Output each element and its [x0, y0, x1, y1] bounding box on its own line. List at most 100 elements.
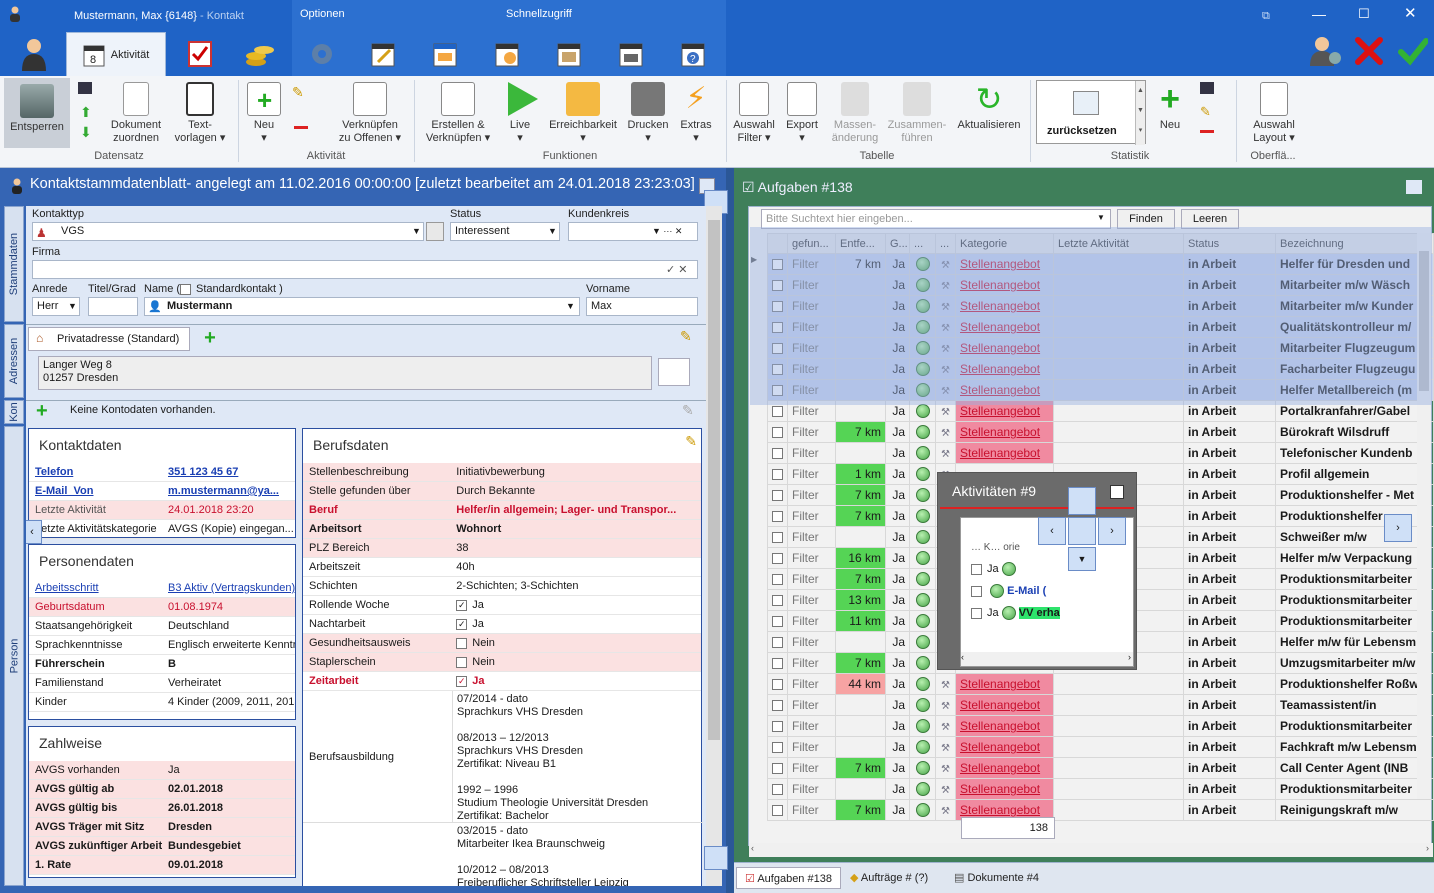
tab-aktivitaet[interactable]: 8 Aktivität: [66, 32, 166, 76]
chevron-down-icon[interactable]: ▼: [566, 301, 575, 311]
auswahl-filter-button[interactable]: Auswahl Filter ▾: [732, 76, 776, 152]
table-row[interactable]: Filter Ja ⚒ Stellenangebot in Arbeit Portalkr…: [767, 400, 1434, 422]
dock-bottom-icon[interactable]: ▼: [1068, 547, 1096, 571]
table-row[interactable]: Filter Ja ⚒ Stellenangebot in Arbeit Helfer M…: [767, 379, 1434, 401]
drucken-button[interactable]: Drucken ▾: [624, 76, 672, 152]
dock-right-icon[interactable]: ›: [1098, 517, 1126, 545]
tab-auftraege[interactable]: ◆ Aufträge # (?): [842, 867, 936, 889]
row-checkbox[interactable]: [772, 616, 783, 628]
collapse-left-icon[interactable]: ‹: [26, 520, 42, 544]
tab-tasks[interactable]: [172, 32, 228, 76]
table-row[interactable]: Filter Ja ⚒ Stellenangebot in Arbeit Facharbe…: [767, 358, 1434, 380]
save-icon[interactable]: [78, 82, 92, 94]
dock-top-icon[interactable]: [1068, 487, 1096, 515]
row-checkbox[interactable]: [772, 721, 783, 733]
row-checkbox[interactable]: [772, 700, 783, 712]
table-row[interactable]: Filter Ja ⚒ Stellenangebot in Arbeit Teamassi…: [767, 694, 1434, 716]
confirm-clear-icons[interactable]: ✓ ✕: [666, 263, 688, 276]
row-checkbox[interactable]: [772, 637, 783, 649]
firma-input[interactable]: [32, 260, 698, 279]
row-checkbox[interactable]: [772, 763, 783, 775]
table-row[interactable]: Filter 7 km Ja ⚒ Stellenangebot in Arbeit Helf…: [767, 253, 1434, 275]
row-checkbox[interactable]: [772, 469, 783, 481]
tab-calendar-map[interactable]: [542, 32, 598, 76]
arbeitsschritt-value[interactable]: B3 Aktiv (Vertragskunden) {2...: [162, 579, 295, 597]
tab-settings[interactable]: [294, 32, 350, 76]
erreichbarkeit-button[interactable]: Erreichbarkeit ▾: [546, 76, 620, 152]
gesundheitsausweis-checkbox[interactable]: [456, 637, 468, 649]
vtab-konto[interactable]: Kon: [4, 400, 24, 424]
table-row[interactable]: Filter Ja ⚒ Stellenangebot in Arbeit Mitarbei…: [767, 295, 1434, 317]
scroll-thumb[interactable]: [708, 220, 720, 740]
massenaenderung-button[interactable]: Massen-änderung: [828, 76, 882, 152]
telefon-label[interactable]: Telefon: [29, 463, 162, 481]
tab-calendar-chart[interactable]: [480, 32, 536, 76]
contact-person-tab[interactable]: [6, 32, 62, 76]
status-select[interactable]: Interessent: [450, 222, 560, 241]
row-checkbox[interactable]: [772, 448, 783, 460]
neu-aktivitaet-button[interactable]: + Neu ▾: [244, 76, 284, 152]
select-all-column[interactable]: [767, 233, 788, 254]
pencil-icon[interactable]: ✎: [292, 84, 304, 101]
nachtarbeit-checkbox[interactable]: ✓: [456, 618, 468, 630]
save-icon[interactable]: [1200, 82, 1214, 94]
chevron-down-icon[interactable]: ▼: [68, 301, 77, 311]
tab-finance[interactable]: [232, 32, 288, 76]
dokument-zuordnen-button[interactable]: Dokument zuordnen: [104, 76, 168, 152]
row-checkbox[interactable]: [772, 406, 783, 418]
auswahl-layout-button[interactable]: Auswahl Layout ▾: [1246, 76, 1302, 152]
row-checkbox[interactable]: [772, 553, 783, 565]
dock-left-icon[interactable]: ‹: [1038, 517, 1066, 545]
collapse-down-icon[interactable]: [704, 846, 728, 870]
row-checkbox[interactable]: [772, 490, 783, 502]
tab-aufgaben[interactable]: ☑ Aufgaben #138: [736, 867, 841, 889]
email-value[interactable]: m.mustermann@ya...: [162, 482, 295, 500]
vorname-input[interactable]: Max: [586, 297, 698, 316]
vtab-stammdaten[interactable]: Stammdaten: [4, 206, 24, 322]
save-check-icon[interactable]: [1398, 36, 1429, 69]
arrow-down-icon[interactable]: ⬇: [80, 124, 92, 141]
table-row[interactable]: Filter Ja ⚒ Stellenangebot in Arbeit Qualität…: [767, 316, 1434, 338]
maximize-icon[interactable]: [1110, 485, 1124, 499]
row-checkbox[interactable]: [772, 259, 783, 271]
row-checkbox[interactable]: [772, 805, 783, 817]
row-checkbox[interactable]: [772, 658, 783, 670]
row-checkbox[interactable]: [772, 280, 783, 292]
tab-help[interactable]: ?: [666, 32, 722, 76]
kontakttyp-select[interactable]: VGS: [32, 222, 424, 241]
popup-row[interactable]: E-Mail (: [971, 584, 1121, 604]
row-checkbox[interactable]: [772, 385, 783, 397]
popup-row[interactable]: Ja: [971, 562, 1121, 582]
close-button[interactable]: ✕: [1404, 4, 1417, 22]
standardkontakt-checkbox[interactable]: Standardkontakt ): [180, 283, 283, 295]
vtab-person[interactable]: Person: [4, 426, 24, 886]
row-checkbox[interactable]: [772, 511, 783, 523]
delete-icon[interactable]: [294, 126, 308, 129]
gallery-scroll[interactable]: ▲ ▼ ▾: [1135, 81, 1145, 145]
user-settings-icon[interactable]: [1310, 34, 1342, 69]
table-row[interactable]: Filter Ja ⚒ Stellenangebot in Arbeit Telefoni…: [767, 442, 1434, 464]
row-checkbox[interactable]: [772, 574, 783, 586]
popup-scrollbar[interactable]: ‹ ›: [961, 652, 1133, 666]
table-row[interactable]: Filter Ja ⚒ Stellenangebot in Arbeit Produkti…: [767, 778, 1434, 800]
table-row[interactable]: Filter 7 km Ja ⚒ Stellenangebot in Arbeit Call…: [767, 757, 1434, 779]
entsperren-button[interactable]: Entsperren: [4, 78, 70, 148]
column-header[interactable]: ...: [935, 233, 956, 254]
export-button[interactable]: Export ▾: [780, 76, 824, 152]
finden-button[interactable]: Finden: [1117, 209, 1175, 229]
table-row[interactable]: Filter 7 km Ja ⚒ Stellenangebot in Arbeit Rein…: [767, 799, 1434, 821]
textvorlagen-button[interactable]: Text-vorlagen ▾: [168, 76, 232, 152]
map-icon[interactable]: [658, 358, 690, 386]
aktualisieren-button[interactable]: ↻ Aktualisieren: [954, 76, 1024, 152]
name-input[interactable]: Mustermann: [144, 297, 580, 316]
edit-address-icon[interactable]: ✎: [680, 328, 692, 345]
column-header[interactable]: G...: [885, 233, 910, 254]
live-button[interactable]: Live ▾: [500, 76, 540, 152]
arrow-up-icon[interactable]: ⬆: [80, 104, 92, 121]
popup-row[interactable]: Ja VV erha: [971, 606, 1121, 626]
row-checkbox[interactable]: [772, 343, 783, 355]
chevron-down-icon[interactable]: ▼ ··· ✕: [652, 226, 682, 237]
erstellen-verknuepfen-button[interactable]: Erstellen & Verknüpfen ▾: [420, 76, 496, 152]
column-header[interactable]: Status: [1183, 233, 1276, 254]
restore-icon[interactable]: ⧉: [1262, 10, 1270, 23]
